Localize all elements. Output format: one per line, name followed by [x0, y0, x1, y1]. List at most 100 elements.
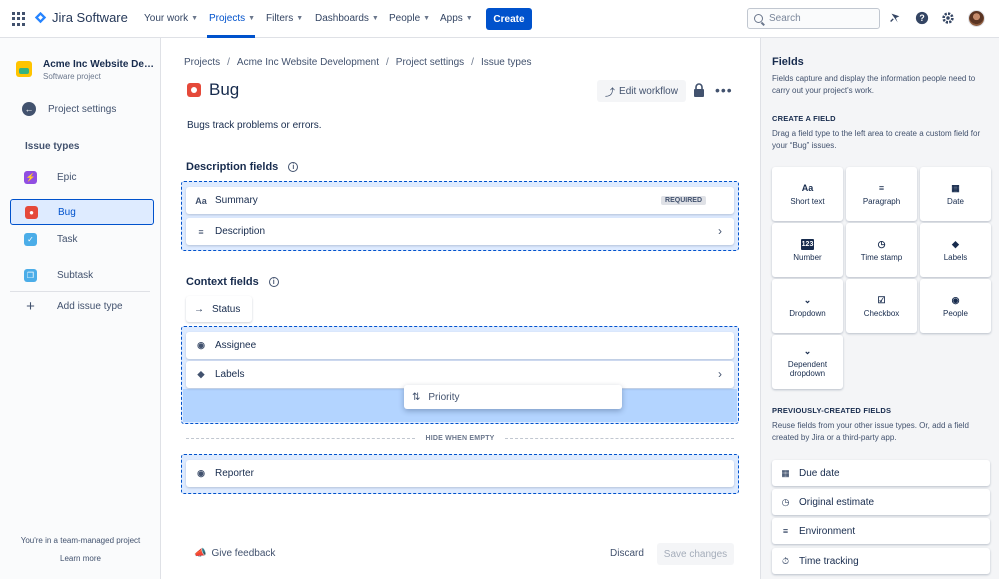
sidebar-item-epic[interactable]: ⚡ Epic — [10, 164, 154, 190]
megaphone-icon: 📣 — [194, 548, 207, 559]
issue-types-heading: Issue types — [25, 141, 80, 152]
project-type: Software project — [43, 72, 101, 81]
chevron-right-icon[interactable]: › — [718, 367, 722, 381]
top-navigation: Jira Software Your work ▼ Projects ▼ Filte… — [0, 0, 999, 38]
learn-more-link[interactable]: Learn more — [0, 554, 161, 563]
sidebar-item-bug[interactable]: ● Bug — [10, 199, 154, 225]
breadcrumb-settings[interactable]: Project settings — [396, 57, 464, 68]
epic-icon: ⚡ — [24, 170, 37, 184]
active-nav-indicator — [207, 35, 255, 38]
nav-your-work[interactable]: Your work ▼ — [144, 13, 198, 24]
fields-panel-description: Fields capture and display the informati… — [772, 74, 976, 95]
sidebar-item-task[interactable]: ✓ Task — [10, 226, 154, 252]
field-type-paragraph[interactable]: ≡ Paragraph — [846, 167, 917, 221]
field-type-number[interactable]: 123 Number — [772, 223, 843, 277]
calendar-icon: ▦ — [781, 467, 790, 478]
calendar-icon: ▦ — [951, 182, 960, 193]
field-type-labels[interactable]: ◆ Labels — [920, 223, 991, 277]
breadcrumb-project[interactable]: Acme Inc Website Development — [237, 57, 379, 68]
page-title[interactable]: Bug — [209, 80, 239, 100]
previous-fields-description: Reuse fields from your other issue types… — [772, 421, 969, 442]
issue-type-description[interactable]: Bugs track problems or errors. — [187, 120, 322, 131]
person-icon: ◉ — [197, 468, 205, 478]
breadcrumb-issue-types[interactable]: Issue types — [481, 57, 532, 68]
nav-projects[interactable]: Projects ▼ — [209, 13, 255, 24]
search-icon — [754, 14, 763, 23]
field-type-time-stamp[interactable]: ◷ Time stamp — [846, 223, 917, 277]
nav-people[interactable]: People ▼ — [389, 13, 430, 24]
help-icon[interactable]: ? — [915, 11, 929, 25]
nav-apps[interactable]: Apps ▼ — [440, 13, 473, 24]
field-description[interactable]: ≡ Description › — [186, 218, 734, 245]
chevron-down-icon: ▼ — [248, 15, 256, 22]
field-type-people[interactable]: ◉ People — [920, 279, 991, 333]
field-type-short-text[interactable]: Aa Short text — [772, 167, 843, 221]
clock-icon: ◷ — [877, 238, 886, 249]
clock-icon: ◷ — [781, 496, 790, 507]
back-to-project-settings[interactable]: ← Project settings — [22, 102, 116, 116]
nav-filters[interactable]: Filters ▼ — [266, 13, 303, 24]
jira-logo[interactable]: Jira Software — [34, 10, 128, 25]
app-name: Jira Software — [52, 10, 128, 25]
tag-icon: ◆ — [197, 369, 205, 379]
previous-field-due-date[interactable]: ▦ Due date — [772, 460, 990, 486]
breadcrumb: Projects / Acme Inc Website Development … — [184, 57, 532, 68]
notifications-icon[interactable] — [888, 11, 902, 25]
field-reporter[interactable]: ◉ Reporter — [186, 460, 734, 487]
dependent-dropdown-icon: ⌄ — [803, 346, 812, 356]
fields-panel-title: Fields — [772, 56, 804, 68]
chevron-down-icon: ▼ — [465, 15, 473, 22]
dragging-field-priority[interactable]: ⇅ Priority — [404, 385, 622, 409]
add-issue-type-button[interactable]: + Add issue type — [10, 293, 154, 319]
info-icon[interactable]: i — [268, 277, 279, 287]
field-type-checkbox[interactable]: ☑ Checkbox — [846, 279, 917, 333]
plus-icon: + — [26, 297, 35, 315]
lock-icon[interactable] — [693, 83, 705, 97]
user-avatar[interactable] — [968, 10, 985, 27]
breadcrumb-separator: / — [227, 57, 230, 68]
field-type-dependent-dropdown[interactable]: ⌄ Dependent dropdown — [772, 335, 843, 389]
chevron-down-icon: ▼ — [423, 15, 431, 22]
search-input[interactable]: Search — [747, 8, 880, 29]
workflow-icon: ⤴ — [605, 87, 616, 99]
field-type-dropdown[interactable]: ⌄ Dropdown — [772, 279, 843, 333]
more-actions-icon[interactable]: ••• — [715, 82, 733, 98]
previous-field-time-tracking[interactable]: ⏱ Time tracking — [772, 548, 990, 574]
checkbox-icon: ☑ — [877, 294, 886, 305]
edit-workflow-button[interactable]: ⤴ Edit workflow — [597, 80, 686, 102]
settings-gear-icon[interactable] — [941, 11, 955, 25]
paragraph-icon: ≡ — [198, 226, 204, 237]
previous-field-original-estimate[interactable]: ◷ Original estimate — [772, 489, 990, 515]
give-feedback-button[interactable]: 📣 Give feedback — [194, 548, 275, 559]
nav-dashboards[interactable]: Dashboards ▼ — [315, 13, 379, 24]
project-sidebar: Acme Inc Website Development Software pr… — [0, 38, 161, 579]
sidebar-divider — [10, 291, 150, 292]
project-name[interactable]: Acme Inc Website Development — [43, 59, 155, 70]
field-summary[interactable]: Aa Summary REQUIRED — [186, 187, 734, 214]
app-switcher-icon[interactable] — [12, 12, 26, 26]
discard-button[interactable]: Discard — [610, 548, 644, 559]
field-type-date[interactable]: ▦ Date — [920, 167, 991, 221]
breadcrumb-separator: / — [471, 57, 474, 68]
subtask-icon: ❐ — [24, 268, 37, 282]
create-button[interactable]: Create — [486, 8, 532, 30]
breadcrumb-projects[interactable]: Projects — [184, 57, 220, 68]
previous-field-environment[interactable]: ≡ Environment — [772, 518, 990, 544]
arrow-right-icon: → — [194, 303, 204, 315]
info-icon[interactable]: i — [288, 162, 299, 172]
breadcrumb-separator: / — [386, 57, 389, 68]
create-field-description: Drag a field type to the left area to cr… — [772, 129, 981, 150]
chevron-right-icon[interactable]: › — [718, 224, 722, 238]
field-assignee[interactable]: ◉ Assignee — [186, 332, 734, 359]
arrow-left-icon: ← — [22, 102, 36, 116]
save-changes-button[interactable]: Save changes — [657, 543, 734, 565]
short-text-icon: Aa — [801, 183, 814, 193]
paragraph-icon: ≡ — [782, 526, 789, 536]
person-icon: ◉ — [197, 340, 205, 350]
sidebar-item-subtask[interactable]: ❐ Subtask — [10, 262, 154, 288]
field-status[interactable]: → Status — [186, 296, 252, 322]
fields-panel: Fields Fields capture and display the in… — [760, 38, 999, 579]
previous-fields-heading: PREVIOUSLY-CREATED FIELDS — [772, 406, 892, 415]
hide-when-empty-divider: HIDE WHEN EMPTY — [186, 433, 734, 443]
field-labels[interactable]: ◆ Labels › — [186, 361, 734, 388]
